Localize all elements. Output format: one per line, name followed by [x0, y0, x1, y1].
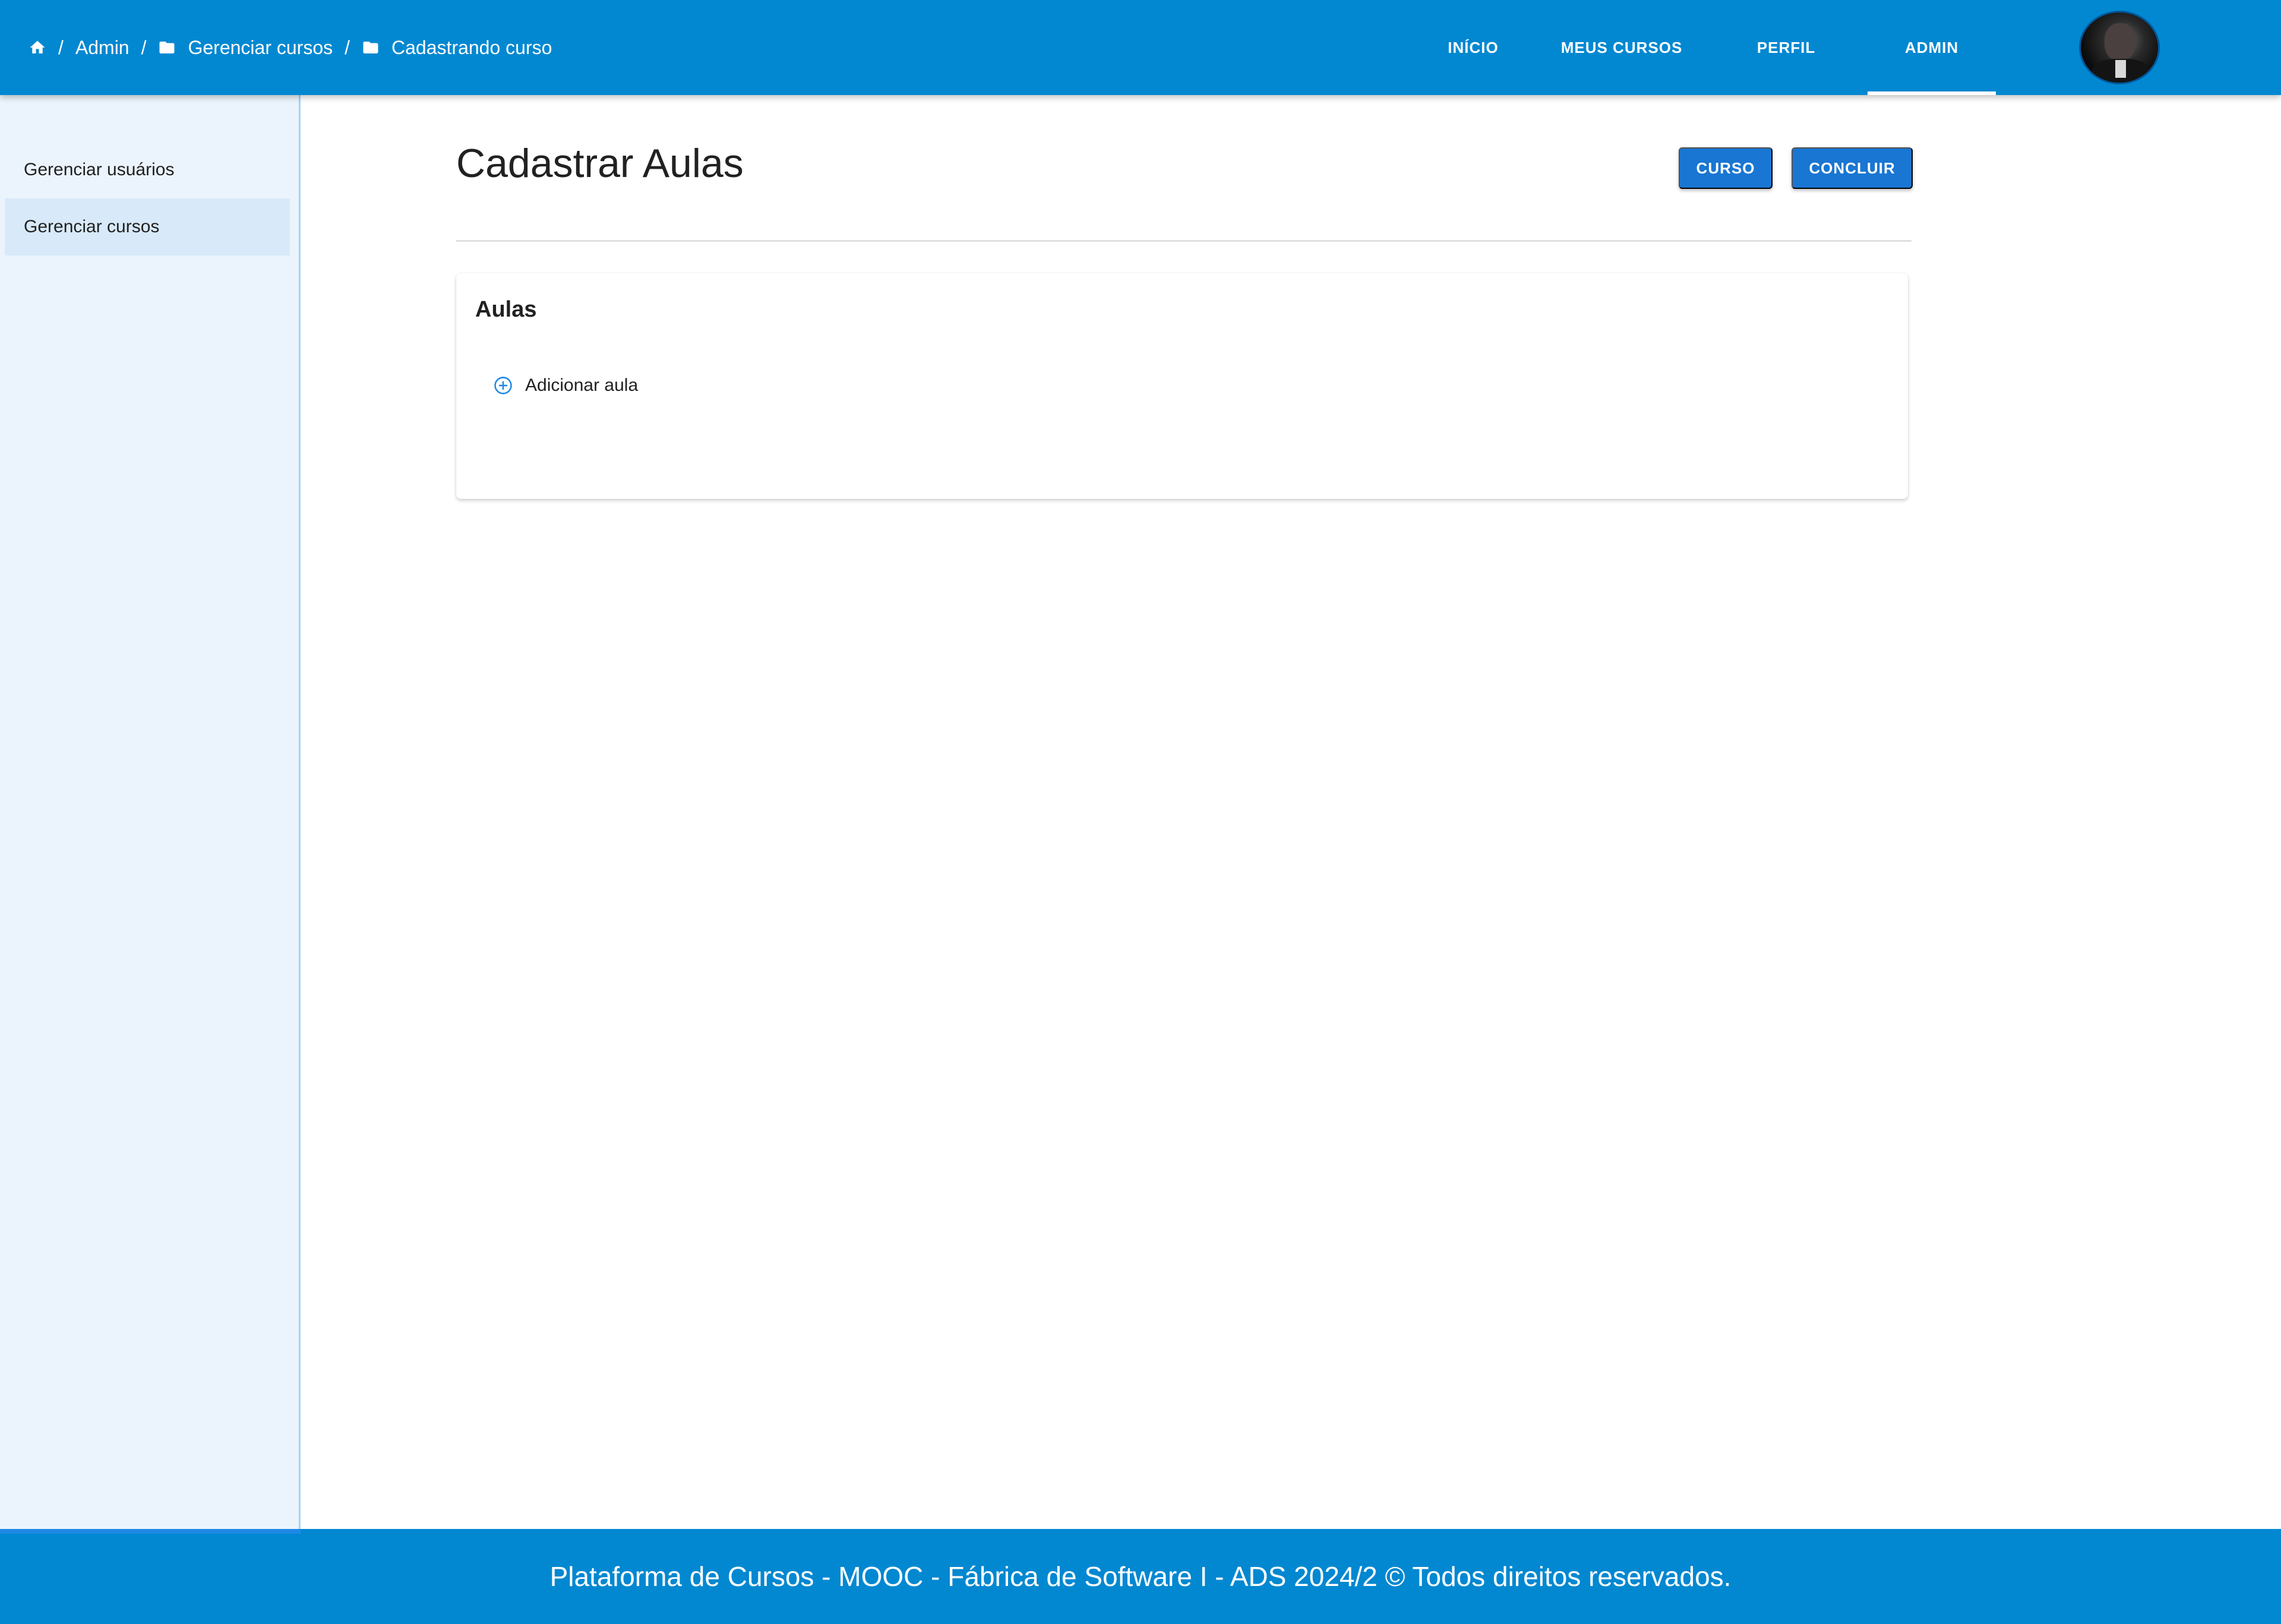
add-aula-label: Adicionar aula	[525, 375, 639, 395]
folder-icon	[363, 42, 378, 53]
title-divider	[456, 240, 1912, 242]
breadcrumb-home[interactable]	[29, 39, 46, 56]
footer-accent	[0, 1529, 301, 1534]
footer-text: Plataforma de Cursos - MOOC - Fábrica de…	[549, 1561, 1732, 1592]
tab-inicio[interactable]: INÍCIO	[1414, 0, 1533, 95]
avatar-collar	[2115, 60, 2126, 78]
breadcrumb-admin[interactable]: Admin	[75, 37, 129, 59]
sidebar: Gerenciar usuários Gerenciar cursos	[0, 95, 301, 1529]
breadcrumb-label: Admin	[75, 36, 129, 58]
breadcrumb-separator: /	[345, 36, 350, 58]
sidebar-item-gerenciar-usuarios[interactable]: Gerenciar usuários	[5, 141, 290, 198]
breadcrumb-label: Gerenciar cursos	[188, 36, 333, 58]
footer: Plataforma de Cursos - MOOC - Fábrica de…	[0, 1529, 2281, 1624]
home-icon	[30, 40, 45, 53]
concluir-button[interactable]: CONCLUIR	[1792, 147, 1913, 189]
breadcrumb-separator: /	[141, 36, 147, 58]
main-nav: INÍCIO MEUS CURSOS PERFIL ADMIN	[1414, 0, 1996, 95]
sidebar-item-gerenciar-cursos[interactable]: Gerenciar cursos	[5, 198, 290, 255]
tab-meus-cursos[interactable]: MEUS CURSOS	[1533, 0, 1711, 95]
avatar[interactable]	[2079, 11, 2160, 84]
avatar-face	[2105, 23, 2135, 61]
breadcrumb-separator: /	[58, 36, 64, 58]
breadcrumb: / Admin / Gerenciar cursos / Cadastrando…	[29, 0, 552, 95]
plus-circle-icon	[494, 377, 512, 394]
aulas-card: Aulas Adicionar aula	[456, 273, 1908, 499]
breadcrumb-gerenciar-cursos[interactable]: Gerenciar cursos	[158, 37, 333, 59]
page-title: Cadastrar Aulas	[456, 141, 744, 186]
card-title: Aulas	[475, 297, 537, 322]
sidebar-item-label: Gerenciar cursos	[24, 217, 160, 236]
curso-button[interactable]: CURSO	[1679, 147, 1773, 189]
add-aula-button[interactable]: Adicionar aula	[493, 375, 638, 396]
breadcrumb-label: Cadastrando curso	[391, 36, 552, 58]
folder-icon	[159, 42, 175, 53]
sidebar-item-label: Gerenciar usuários	[24, 160, 175, 179]
tab-admin[interactable]: ADMIN	[1868, 0, 1996, 95]
breadcrumb-cadastrando-curso[interactable]: Cadastrando curso	[362, 37, 552, 59]
app-bar: / Admin / Gerenciar cursos / Cadastrando…	[0, 0, 2281, 95]
tab-perfil[interactable]: PERFIL	[1711, 0, 1862, 95]
